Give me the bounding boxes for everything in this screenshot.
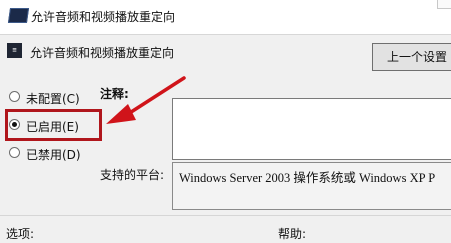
radio-label: 未配置(C) <box>26 92 80 106</box>
title-bar: 允许音频和视频播放重定向 <box>0 0 451 35</box>
highlight-box <box>5 109 102 141</box>
radio-label: 已禁用(D) <box>26 148 81 162</box>
radio-circle[interactable] <box>9 91 20 102</box>
platform-text: Windows Server 2003 操作系统或 Windows XP P <box>179 171 436 185</box>
setting-title: 允许音频和视频播放重定向 <box>30 46 175 60</box>
policy-icon <box>7 8 30 23</box>
platform-field: Windows Server 2003 操作系统或 Windows XP P <box>172 162 451 210</box>
note-field[interactable] <box>172 98 451 160</box>
setting-icon: ≡ <box>7 43 22 58</box>
close-button[interactable] <box>437 0 451 9</box>
options-label: 选项: <box>6 227 35 241</box>
radio-circle[interactable] <box>9 147 20 158</box>
window-title: 允许音频和视频播放重定向 <box>31 10 176 24</box>
note-label: 注释: <box>100 87 129 101</box>
divider <box>0 215 451 216</box>
platform-label: 支持的平台: <box>100 168 165 182</box>
help-label: 帮助: <box>278 227 307 241</box>
previous-setting-button[interactable]: 上一个设置 <box>372 43 451 71</box>
